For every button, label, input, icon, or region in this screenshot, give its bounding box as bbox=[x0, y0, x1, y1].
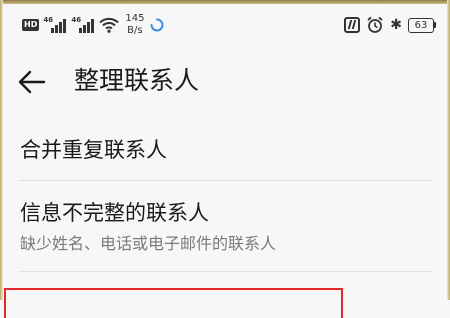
network-speed: 145 B/s bbox=[125, 13, 144, 37]
app-toolbar: 整理联系人 bbox=[0, 52, 450, 108]
divider bbox=[18, 271, 432, 272]
alarm-icon bbox=[367, 16, 383, 33]
network-speed-unit: B/s bbox=[127, 25, 143, 36]
organize-options-list: 合并重复联系人 信息不完整的联系人 缺少姓名、电话或电子邮件的联系人 bbox=[0, 120, 450, 272]
status-bar-left: HD 46 46 145 B/s bbox=[22, 12, 164, 38]
wifi-icon bbox=[99, 17, 120, 33]
bluetooth-icon: ✱ bbox=[390, 17, 402, 33]
battery-icon: 63 bbox=[408, 17, 436, 33]
status-bar: HD 46 46 145 B/s ✱ 63 bbox=[0, 4, 450, 44]
list-item-title: 合并重复联系人 bbox=[20, 138, 167, 162]
list-item-subtitle: 缺少姓名、电话或电子邮件的联系人 bbox=[20, 234, 277, 253]
network-speed-value: 145 bbox=[125, 13, 145, 24]
battery-level: 63 bbox=[408, 17, 434, 33]
loading-icon bbox=[150, 18, 164, 32]
signal-icon: 46 bbox=[43, 16, 67, 34]
status-bar-right: ✱ 63 bbox=[344, 14, 436, 36]
merge-duplicates-item[interactable]: 合并重复联系人 bbox=[18, 120, 432, 180]
back-arrow-icon[interactable] bbox=[14, 64, 50, 100]
nfc-icon bbox=[344, 17, 361, 33]
page-title: 整理联系人 bbox=[74, 66, 200, 95]
incomplete-contacts-item[interactable]: 信息不完整的联系人 缺少姓名、电话或电子邮件的联系人 bbox=[18, 181, 432, 271]
signal-icon: 46 bbox=[71, 16, 95, 34]
hd-icon: HD bbox=[22, 19, 40, 31]
list-item-title: 信息不完整的联系人 bbox=[20, 201, 209, 225]
highlight-box bbox=[4, 288, 343, 318]
